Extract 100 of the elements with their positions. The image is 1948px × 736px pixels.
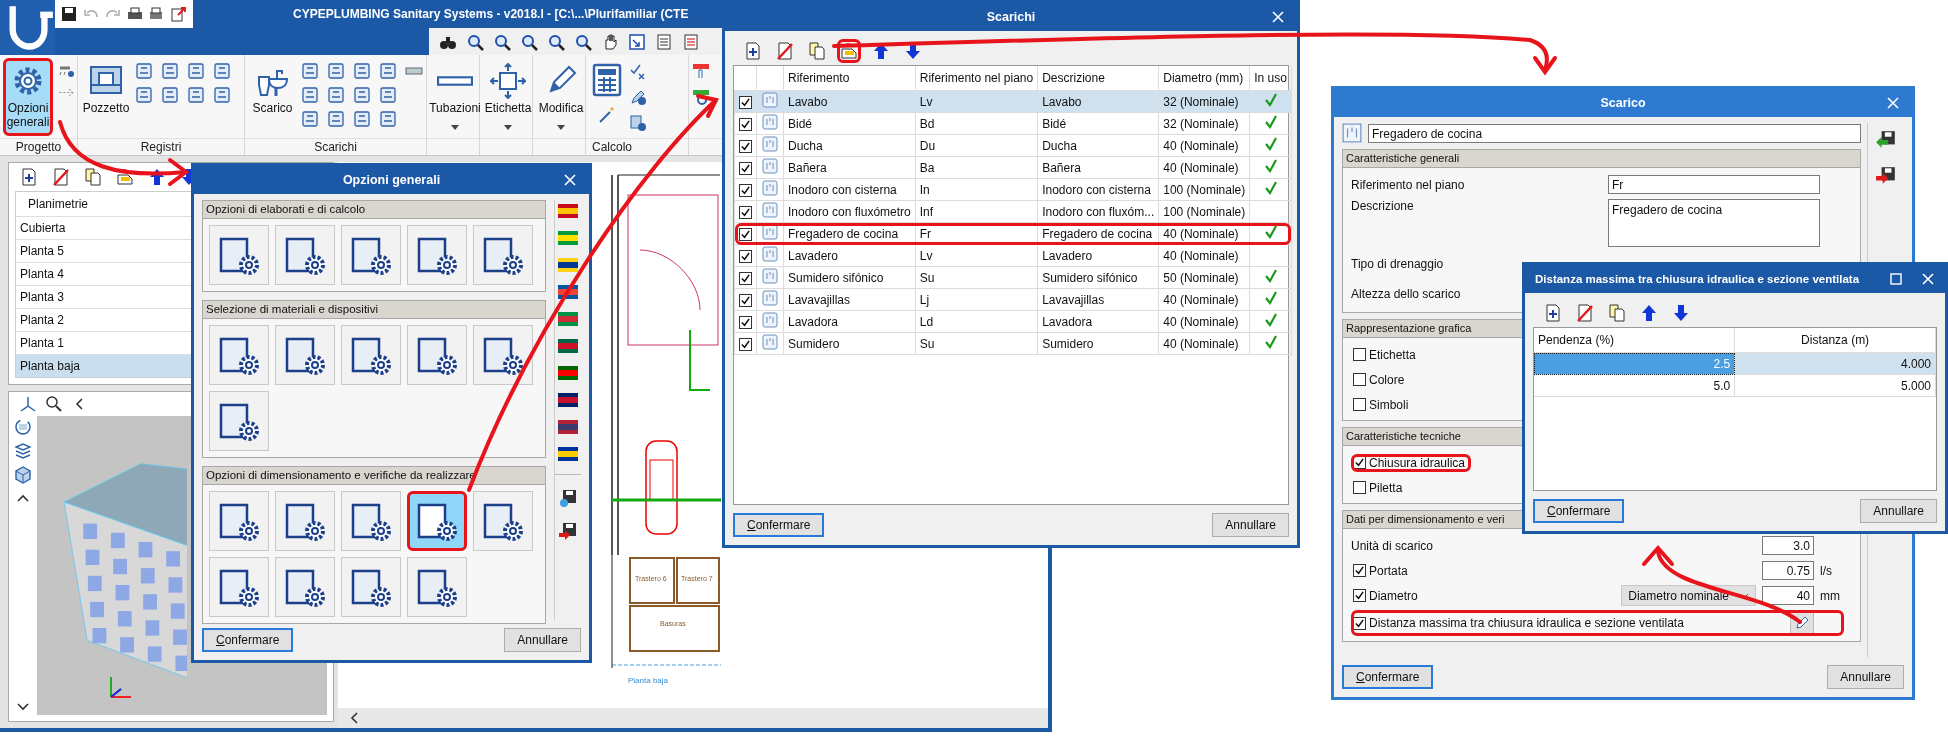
add-icon[interactable] [20,168,38,186]
option-tile[interactable] [275,225,335,285]
table-row[interactable]: Sumidero Su Sumidero 40 (Nominale) [734,332,1292,355]
confirm-button[interactable]: Confermare [202,628,294,652]
ribbon-button[interactable]: Pozzetto [81,58,131,136]
column-header[interactable]: Riferimento [783,66,916,91]
confirm-button[interactable]: Confermare [1342,665,1434,689]
checkbox[interactable] [739,271,752,285]
option-tile[interactable] [341,325,401,385]
table-row[interactable]: Bidé Bd Bidé 32 (Nominale) [734,112,1292,135]
number-field[interactable]: 3.0 [1762,536,1814,555]
checkbox[interactable] [739,293,752,307]
checkbox-label[interactable]: Portata [1369,563,1408,578]
copy-icon[interactable] [808,42,826,60]
checkbox-label[interactable]: Simboli [1369,397,1409,412]
table-row[interactable]: Lavadora Ld Lavadora 40 (Nominale) [734,310,1292,333]
checkbox[interactable] [739,249,752,263]
delete-icon[interactable] [52,168,70,186]
cancel-button[interactable]: Annullare [1860,499,1937,523]
table-row[interactable]: Bañera Ba Bañera 40 (Nominale) [734,156,1292,179]
table-row[interactable]: 2.5 4.000 [1534,352,1936,375]
magnifier-icon[interactable] [520,32,538,51]
number-field[interactable]: 40 [1762,586,1814,605]
document-icon[interactable] [655,32,673,51]
checkbox[interactable] [739,139,752,153]
checkbox-label[interactable]: Colore [1369,372,1405,387]
option-tile[interactable] [473,325,533,385]
table-row[interactable]: Lavadero Lv Lavadero 40 (Nominale) [734,244,1292,267]
option-tile[interactable] [341,491,401,551]
delete-icon[interactable] [776,42,794,60]
option-tile[interactable] [407,225,467,285]
close-icon[interactable] [1886,96,1900,110]
ribbon-button[interactable]: Modifica [536,58,586,136]
column-header[interactable]: In uso [1249,66,1292,91]
add-icon[interactable] [1544,304,1562,322]
delete-icon[interactable] [1576,304,1594,322]
floppy-disk-icon[interactable] [558,521,578,541]
close-icon[interactable] [1271,10,1285,24]
maximize-icon[interactable] [1889,272,1903,286]
flag-icon[interactable] [558,447,578,461]
table-row[interactable]: Inodoro con cisterna In Inodoro con cisterna 100 (Nominale) [734,178,1292,201]
copy-icon[interactable] [1608,304,1626,322]
checkbox[interactable] [1353,564,1366,577]
option-tile[interactable] [473,491,533,551]
option-tile[interactable] [407,557,467,617]
horizontal-scrollbar[interactable] [338,708,1048,728]
flag-icon[interactable] [558,204,578,218]
text-area[interactable]: Fregadero de cocina [1608,199,1820,247]
option-tile[interactable] [209,557,269,617]
number-field[interactable]: 0.75 [1762,561,1814,580]
checkbox[interactable] [739,227,752,241]
checkbox-label[interactable]: Etichetta [1369,347,1416,362]
rotate-3d-icon[interactable] [14,418,32,436]
cube-icon[interactable] [14,466,32,484]
column-header[interactable]: Riferimento nel piano [915,66,1038,91]
floppy-disk-icon[interactable] [558,488,578,508]
option-tile[interactable] [341,225,401,285]
option-tile[interactable] [209,325,269,385]
table-row[interactable]: Lavabo Lv Lavabo 32 (Nominale) [734,90,1292,113]
column-header[interactable]: Pendenza (%) [1534,328,1735,353]
magnifier-icon[interactable] [574,32,592,51]
option-tile[interactable] [275,491,335,551]
close-icon[interactable] [563,173,577,187]
option-tile[interactable] [275,557,335,617]
arrow-up-icon[interactable] [148,168,166,186]
magnifier-icon[interactable] [45,395,63,413]
magnifier-icon[interactable] [547,32,565,51]
magnifier-icon[interactable] [493,32,511,51]
checkbox[interactable] [1353,373,1366,386]
checkbox[interactable] [1353,398,1366,411]
add-icon[interactable] [744,42,762,60]
layers-icon[interactable] [14,442,32,460]
checkbox[interactable] [1353,481,1366,494]
ribbon-button[interactable]: Scarico [248,58,297,136]
cancel-button[interactable]: Annullare [1827,665,1904,689]
arrow-up-icon[interactable] [1640,304,1658,322]
close-icon[interactable] [1921,272,1935,286]
table-row[interactable]: Lavavajillas Lj Lavavajillas 40 (Nominale) [734,288,1292,311]
input-field[interactable]: Fr [1608,175,1820,194]
option-tile[interactable] [209,391,269,451]
flag-icon[interactable] [558,258,578,272]
checkbox[interactable] [739,205,752,219]
checkbox[interactable] [739,315,752,329]
table-row[interactable]: Sumidero sifónico Su Sumidero sifónico 50 (Nominale) [734,266,1292,289]
column-header[interactable]: Diametro (mm) [1158,66,1250,91]
column-header[interactable]: Distanza (m) [1734,328,1936,353]
checkbox-label[interactable]: Distanza massima tra chiusura idraulica e sezione ventilata [1369,616,1684,630]
axes-icon[interactable] [19,395,37,413]
save-icon[interactable] [61,6,77,22]
option-tile[interactable] [209,225,269,285]
checkbox[interactable] [739,95,752,109]
copy-icon[interactable] [84,168,102,186]
checkbox[interactable] [739,337,752,351]
edit-icon[interactable] [840,42,858,60]
confirm-button[interactable]: Confermare [1533,499,1625,523]
printer-icon[interactable] [127,6,143,22]
cancel-button[interactable]: Annullare [1212,513,1289,537]
checkbox[interactable] [1353,348,1366,361]
table-row[interactable]: Inodoro con fluxómetro Inf Inodoro con fluxóm... 100 (Nominale) [734,200,1292,223]
window-icon[interactable] [628,32,646,51]
